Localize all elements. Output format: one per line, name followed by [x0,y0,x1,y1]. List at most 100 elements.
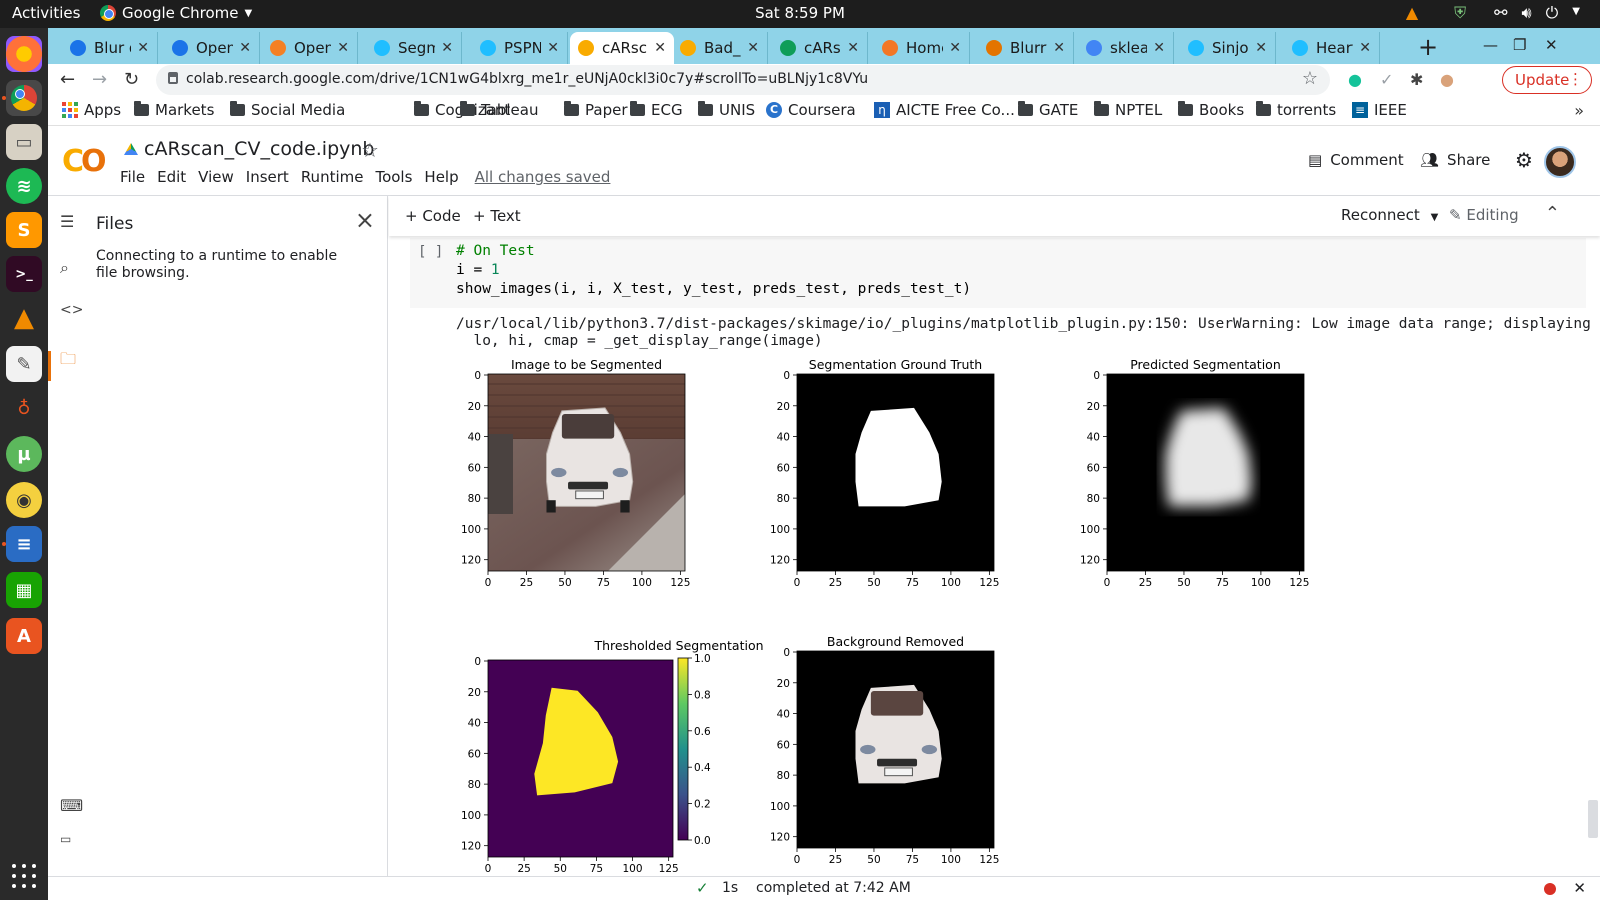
save-status[interactable]: All changes saved [475,168,611,186]
new-tab-button[interactable]: + [1418,33,1438,61]
power-icon[interactable]: ⏻ [1546,3,1559,23]
gear-icon[interactable]: ⚙ [1515,148,1533,172]
network-icon[interactable]: ⚯ [1494,3,1507,23]
clock[interactable]: Sat 8:59 PM [755,4,845,22]
files-icon[interactable]: ▭ [6,124,42,160]
bookmark-9[interactable]: η AICTE Free Co... [874,101,1015,119]
close-tab-icon[interactable]: ✕ [1153,40,1165,56]
vlc-icon[interactable]: ▲ [6,300,42,336]
bookmark-11[interactable]: NPTEL [1094,101,1162,119]
reconnect-button[interactable]: Reconnect ▼ [1341,206,1438,224]
menu-view[interactable]: View [198,168,234,186]
sublime-icon[interactable]: S [6,212,42,248]
text-editor-icon[interactable]: ✎ [6,346,42,382]
table-of-contents-icon[interactable]: ☰ [60,212,74,231]
search-icon[interactable]: ⌕ [60,258,69,278]
close-tab-icon[interactable]: ✕ [441,40,453,56]
minimize-button[interactable]: — [1483,36,1498,54]
close-tab-icon[interactable]: ✕ [949,40,961,56]
menu-edit[interactable]: Edit [157,168,186,186]
checkmark-icon[interactable]: ✓ [1380,70,1393,89]
star-icon[interactable]: ☆ [361,138,379,162]
forward-button[interactable]: → [92,69,107,90]
software-center-icon[interactable]: A [6,618,42,654]
tab-11[interactable]: Sinjoy ✕ [1180,32,1276,64]
command-palette-icon[interactable]: ⌨ [60,796,83,815]
code-cell[interactable]: [ ] # On Test i = 1 show_images(i, i, X_… [410,238,1586,308]
utorrent-icon[interactable]: µ [6,436,42,472]
notebook-name[interactable]: cARscan_CV_code.ipynb [144,138,375,160]
menu-insert[interactable]: Insert [246,168,289,186]
menu-tools[interactable]: Tools [375,168,412,186]
close-tab-icon[interactable]: ✕ [847,40,859,56]
reload-button[interactable]: ↻ [124,69,139,90]
spotify-icon[interactable]: ≋ [6,168,42,204]
tab-2[interactable]: Open ✕ [262,32,358,64]
terminal-icon[interactable]: ▭ [60,832,71,846]
close-tab-icon[interactable]: ✕ [747,40,759,56]
extensions-icon[interactable]: ✱ [1410,70,1423,89]
podcast-icon[interactable]: ♁ [6,390,42,426]
avatar[interactable] [1544,146,1576,178]
code-snippets-icon[interactable]: <> [60,302,83,318]
terminal-icon[interactable]: >_ [6,256,42,292]
tab-3[interactable]: Segm ✕ [366,32,462,64]
bookmark-4[interactable]: Tableau [460,101,539,119]
collapse-icon[interactable]: ⌃ [1545,203,1560,224]
bookmark-star-icon[interactable]: ☆ [1302,68,1318,89]
add-text-button[interactable]: + Text [473,207,521,225]
shield-icon[interactable]: ⛨ [1454,3,1466,23]
bookmark-0[interactable]: Apps [62,101,121,119]
bookmark-2[interactable]: Social Media [230,101,345,119]
close-tab-icon[interactable]: ✕ [239,40,251,56]
notebook-title[interactable]: cARscan_CV_code.ipynb [124,138,375,160]
update-button[interactable]: Update ⋮ [1502,66,1592,94]
folder-icon[interactable]: 🗀︎ [60,348,76,375]
menu-file[interactable]: File [120,168,145,186]
menu-runtime[interactable]: Runtime [301,168,364,186]
calc-icon[interactable]: ▦ [6,572,42,608]
show-apps-icon[interactable] [12,864,36,888]
close-tab-icon[interactable]: ✕ [137,40,149,56]
profile-avatar[interactable]: ● [1440,70,1454,89]
bookmark-1[interactable]: Markets [134,101,214,119]
bookmark-5[interactable]: Paper [564,101,627,119]
restore-button[interactable]: ❐ [1513,36,1526,54]
tab-12[interactable]: Heart ✕ [1284,32,1380,64]
close-window-button[interactable]: ✕ [1545,36,1558,54]
bookmark-6[interactable]: ECG [630,101,683,119]
execution-status[interactable]: completed at 7:42 AM [756,880,911,896]
writer-icon[interactable]: ≡ [6,526,42,562]
activities-button[interactable]: Activities [12,4,80,22]
comment-button[interactable]: ▤ Comment [1308,151,1404,169]
close-icon[interactable]: × [355,206,375,234]
share-button[interactable]: 👥︎ Share [1420,151,1490,169]
grammarly-icon[interactable]: ● [1348,70,1362,89]
close-tab-icon[interactable]: ✕ [1053,40,1065,56]
firefox-icon[interactable] [6,36,42,72]
tab-5[interactable]: cARsc ✕ [570,32,674,64]
volume-icon[interactable]: 🔊︎ [1522,3,1532,23]
rhythmbox-icon[interactable]: ◉ [6,482,42,518]
tab-8[interactable]: Home ✕ [874,32,970,64]
address-bar[interactable]: colab.research.google.com/drive/1CN1wG4b… [156,65,1330,95]
close-status-icon[interactable]: ✕ [1573,879,1586,897]
close-tab-icon[interactable]: ✕ [547,40,559,56]
close-tab-icon[interactable]: ✕ [337,40,349,56]
tab-9[interactable]: Blurry ✕ [978,32,1074,64]
bookmark-7[interactable]: UNIS [698,101,755,119]
chrome-dock-icon[interactable] [6,80,42,116]
colab-logo[interactable]: CO [62,144,106,179]
menu-help[interactable]: Help [424,168,458,186]
scrollbar-thumb[interactable] [1588,800,1598,838]
bookmark-8[interactable]: C Coursera [766,101,856,119]
close-tab-icon[interactable]: ✕ [1255,40,1267,56]
vlc-tray-icon[interactable]: ▲ [1406,3,1418,23]
run-cell-button[interactable]: [ ] [418,244,443,260]
tab-7[interactable]: cARsc ✕ [772,32,868,64]
more-bookmarks-icon[interactable]: » [1574,101,1584,120]
execution-duration[interactable]: 1s [722,880,738,896]
bookmark-10[interactable]: GATE [1018,101,1078,119]
back-button[interactable]: ← [60,69,75,90]
bookmark-13[interactable]: torrents [1256,101,1336,119]
